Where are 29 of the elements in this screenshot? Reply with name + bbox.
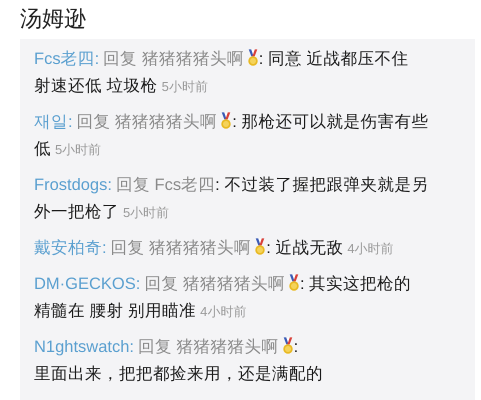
reply-label: 回复 猪猪猪猪头啊: [144, 275, 285, 293]
comment-text: : 同意 近战都压不住: [258, 50, 409, 68]
reply-label: 回复 猪猪猪猪头啊: [76, 113, 218, 131]
comment-text: 外一把枪了: [34, 203, 119, 221]
timestamp: 4小时前: [347, 241, 394, 256]
comment-text: 射速还低 垃圾枪: [34, 77, 158, 95]
page-title: 汤姆逊: [19, 5, 87, 33]
comment-text: : 其实这把枪的: [300, 275, 412, 293]
timestamp: 5小时前: [123, 205, 170, 220]
comment-text: 低: [34, 140, 51, 158]
username-link[interactable]: DM·GECKOS:: [34, 275, 140, 293]
username-link[interactable]: N1ghtswatch:: [34, 338, 134, 356]
reply-label: 回复 猪猪猪猪头啊: [138, 338, 279, 356]
timestamp: 4小时前: [200, 304, 246, 319]
reply-label: 回复 猪猪猪猪头啊: [110, 239, 252, 257]
username-link[interactable]: Fcs老四:: [34, 50, 100, 68]
reply-label: 回复 Fcs老四: [116, 176, 216, 194]
timestamp: 5小时前: [162, 79, 208, 94]
reply-label: 回复 猪猪猪猪头啊: [103, 50, 244, 68]
comment-text: : 那枪还可以就是伤害有些: [232, 113, 428, 131]
username-link[interactable]: 戴安柏奇:: [34, 239, 107, 257]
comment-text: : 近战无敌: [266, 239, 344, 257]
comment-text: :: [294, 338, 298, 356]
comment-text: 里面出来，把把都捡来用，还是满配的: [34, 365, 323, 383]
comment-text: : 不过装了握把跟弹夹就是另: [215, 176, 428, 194]
comment-text: 精髓在 腰射 别用瞄准: [34, 302, 196, 320]
timestamp: 5小时前: [55, 142, 102, 157]
username-link[interactable]: Frostdogs:: [34, 176, 112, 194]
username-link[interactable]: 재일:: [34, 113, 73, 131]
